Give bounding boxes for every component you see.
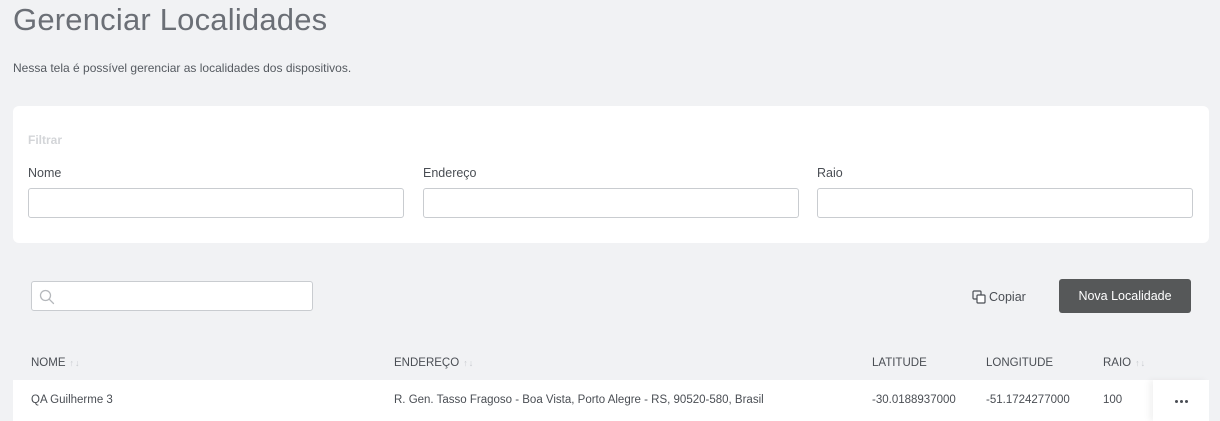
new-location-button[interactable]: Nova Localidade — [1059, 279, 1191, 313]
column-header-raio[interactable]: RAIO ↑↓ — [1103, 357, 1146, 369]
search-input[interactable] — [60, 282, 308, 310]
page-title: Gerenciar Localidades — [13, 2, 328, 37]
copy-icon — [972, 290, 986, 304]
address-filter-field: Endereço — [423, 166, 799, 218]
table-header: NOME ↑↓ ENDEREÇO ↑↓ LATITUDE LONGITUDE R… — [0, 350, 1220, 378]
filter-panel: Filtrar Nome Endereço Raio — [13, 106, 1209, 243]
cell-endereco: R. Gen. Tasso Fragoso - Boa Vista, Porto… — [394, 394, 764, 406]
cell-longitude: -51.1724277000 — [986, 394, 1070, 406]
cell-latitude: -30.0188937000 — [872, 394, 956, 406]
sort-arrows-icon[interactable]: ↑↓ — [70, 358, 81, 368]
dot — [1179, 399, 1183, 403]
column-header-label: NOME — [31, 357, 66, 369]
row-actions-cell — [1153, 380, 1209, 421]
column-header-label: RAIO — [1103, 357, 1132, 369]
column-header-label: LATITUDE — [872, 357, 927, 369]
address-filter-label: Endereço — [423, 166, 477, 180]
sort-arrows-icon[interactable]: ↑↓ — [1135, 358, 1146, 368]
address-filter-input[interactable] — [423, 188, 799, 218]
column-header-label: LONGITUDE — [986, 357, 1054, 369]
name-filter-label: Nome — [28, 166, 62, 180]
column-header-longitude: LONGITUDE — [986, 357, 1053, 369]
table-row[interactable]: QA Guilherme 3 R. Gen. Tasso Fragoso - B… — [13, 380, 1209, 421]
column-header-endereco[interactable]: ENDEREÇO ↑↓ — [394, 357, 474, 369]
dot — [1184, 399, 1188, 403]
dot — [1174, 399, 1178, 403]
more-horizontal-icon[interactable] — [1167, 392, 1195, 410]
name-filter-input[interactable] — [28, 188, 404, 218]
radius-filter-input[interactable] — [817, 188, 1193, 218]
page-subtitle: Nessa tela é possível gerenciar as local… — [13, 61, 352, 75]
sort-arrows-icon[interactable]: ↑↓ — [463, 358, 474, 368]
search-box[interactable] — [31, 281, 313, 311]
copy-button-label: Copiar — [989, 290, 1026, 304]
filter-title: Filtrar — [28, 133, 63, 147]
cell-raio: 100 — [1103, 394, 1123, 406]
column-header-label: ENDEREÇO — [394, 357, 460, 369]
radius-filter-label: Raio — [817, 166, 843, 180]
column-header-latitude: LATITUDE — [872, 357, 927, 369]
radius-filter-field: Raio — [817, 166, 1193, 218]
copy-button[interactable]: Copiar — [972, 286, 1026, 308]
name-filter-field: Nome — [28, 166, 404, 218]
column-header-nome[interactable]: NOME ↑↓ — [31, 357, 81, 369]
search-icon — [39, 289, 55, 305]
cell-nome: QA Guilherme 3 — [31, 394, 113, 406]
